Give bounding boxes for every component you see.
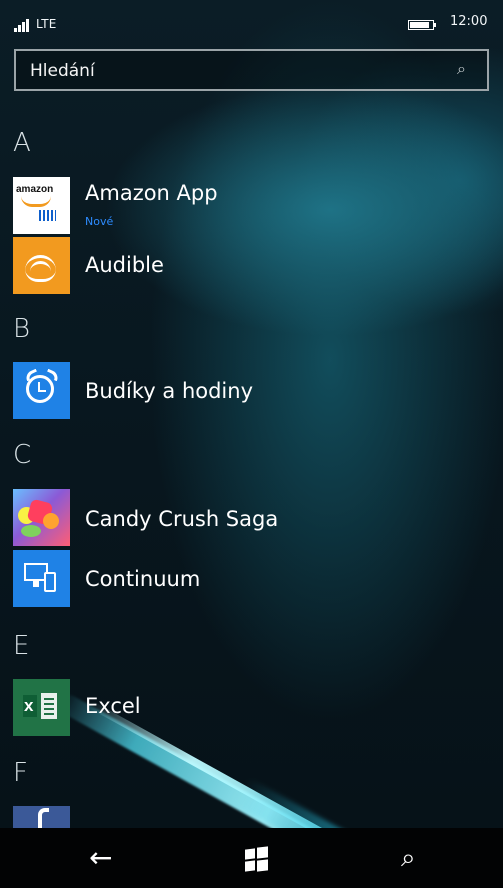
section-header-a[interactable]: A	[13, 128, 31, 158]
audible-icon[interactable]	[13, 237, 70, 294]
app-name-excel[interactable]: Excel	[85, 694, 141, 718]
app-name-candy-crush-saga[interactable]: Candy Crush Saga	[85, 507, 278, 531]
app-name-amazon-app[interactable]: Amazon App	[85, 181, 218, 205]
clock-hand-minute	[38, 390, 46, 392]
amazon-app-icon[interactable]: amazon	[13, 177, 70, 234]
section-header-b[interactable]: B	[13, 314, 30, 344]
excel-x-letter-icon: x	[24, 696, 34, 715]
section-header-c[interactable]: C	[13, 440, 31, 470]
amazon-smile-icon	[21, 196, 51, 207]
signal-strength-icon	[14, 18, 32, 32]
continuum-stand-icon	[33, 581, 39, 587]
facebook-icon[interactable]	[13, 806, 70, 828]
search-placeholder: Hledání	[30, 61, 95, 81]
status-bar: LTE 12:00	[0, 0, 503, 40]
excel-sheet-icon	[41, 693, 57, 719]
candy-crush-icon[interactable]	[13, 489, 70, 546]
continuum-icon[interactable]	[13, 550, 70, 607]
app-name-audible[interactable]: Audible	[85, 253, 164, 277]
back-arrow-icon[interactable]: ←	[89, 844, 112, 872]
search-icon[interactable]: ⌕	[457, 61, 471, 77]
battery-level	[410, 22, 429, 28]
search-icon[interactable]: ⌕	[401, 845, 416, 871]
section-header-f[interactable]: F	[13, 758, 28, 788]
alarm-clock-icon[interactable]	[13, 362, 70, 419]
app-name-continuum[interactable]: Continuum	[85, 567, 200, 591]
candy-green-icon	[21, 525, 41, 537]
app-name-budiky-a-hodiny[interactable]: Budíky a hodiny	[85, 379, 253, 403]
excel-grid-lines-icon	[44, 698, 54, 700]
audible-waves-icon	[25, 251, 57, 282]
continuum-phone-icon	[44, 572, 56, 592]
battery-icon	[408, 20, 436, 30]
excel-icon[interactable]: x	[13, 679, 70, 736]
facebook-f-icon	[38, 808, 49, 828]
amazon-app-icon-text: amazon	[16, 184, 54, 195]
candy-orange-icon	[43, 513, 59, 529]
clock-label: 12:00	[450, 14, 488, 29]
navigation-bar: ← ⌕	[0, 828, 503, 888]
search-input[interactable]: Hledání ⌕	[14, 49, 489, 91]
start-screen: LTE 12:00 Hledání ⌕ A amazon Amazon App …	[0, 0, 503, 888]
new-badge: Nové	[85, 215, 114, 228]
windows-start-icon[interactable]	[245, 846, 268, 872]
amazon-cart-icon	[39, 210, 56, 221]
section-header-e[interactable]: E	[13, 631, 29, 661]
network-type-label: LTE	[36, 17, 57, 31]
